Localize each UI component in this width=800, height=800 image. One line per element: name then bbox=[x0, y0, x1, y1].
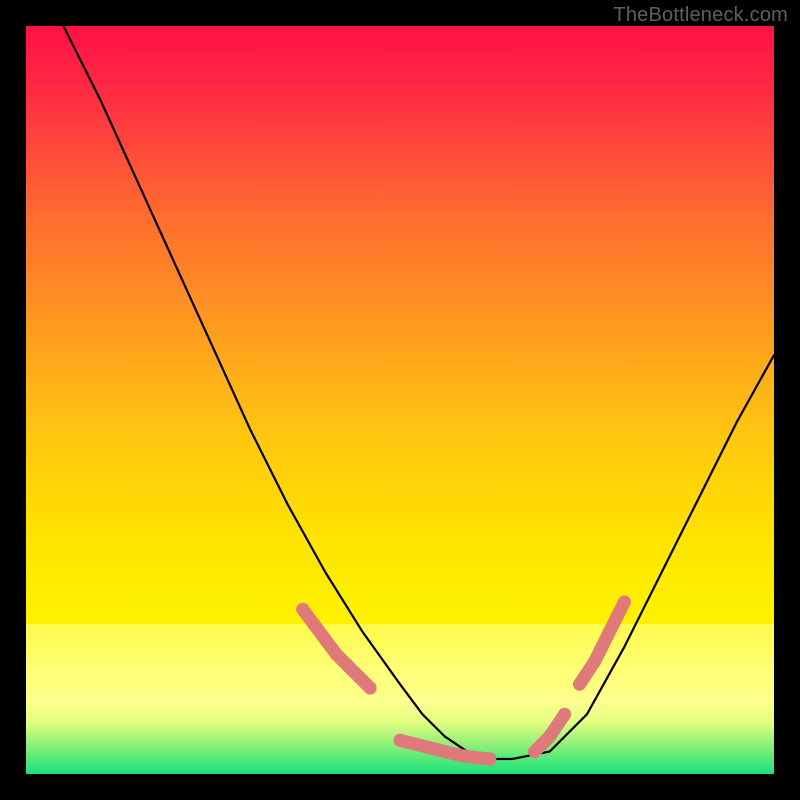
plot-area bbox=[26, 26, 774, 774]
highlight-band bbox=[26, 624, 774, 684]
chart-svg bbox=[26, 26, 774, 774]
chart-frame: TheBottleneck.com bbox=[0, 0, 800, 800]
watermark-label: TheBottleneck.com bbox=[613, 4, 788, 27]
